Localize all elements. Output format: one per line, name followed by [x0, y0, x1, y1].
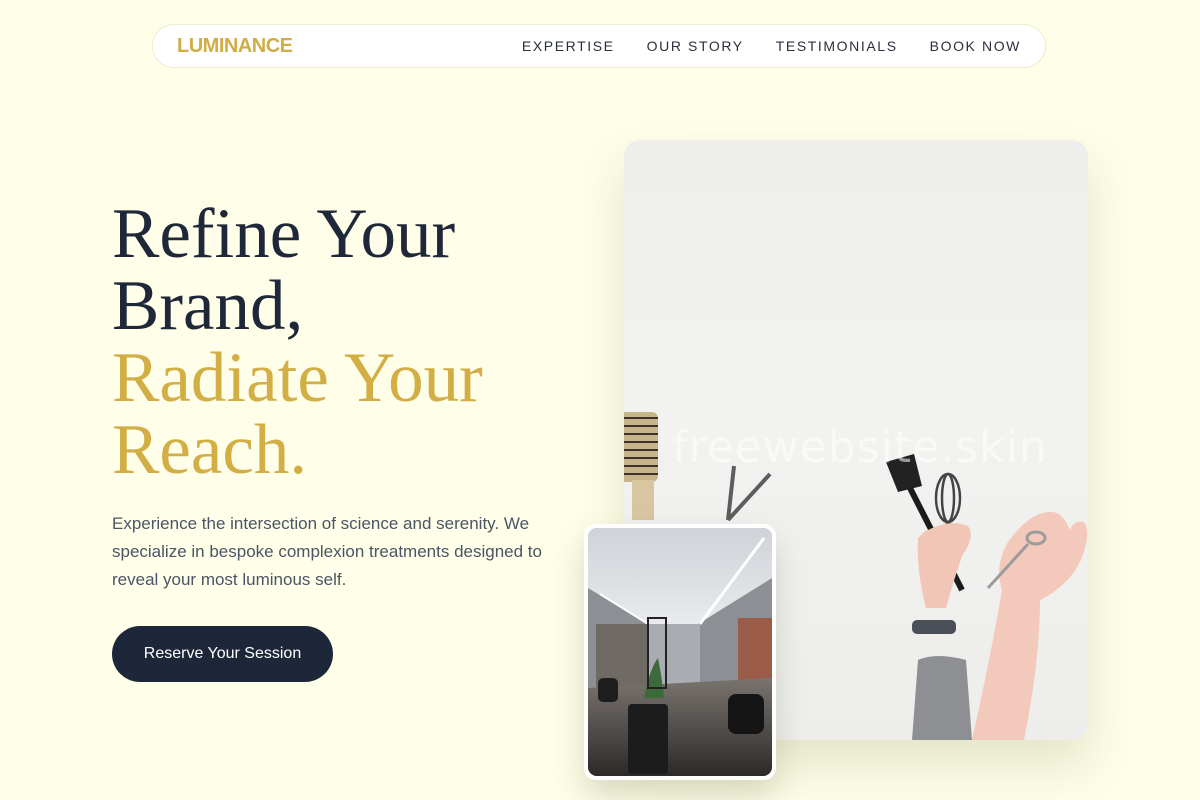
hero-description: Experience the intersection of science a… — [112, 514, 542, 589]
salon-interior-photo — [584, 524, 776, 780]
brush-icon — [624, 412, 658, 520]
nav-link-book-now[interactable]: BOOK NOW — [930, 38, 1021, 54]
page: LUMINANCE EXPERTISE OUR STORY TESTIMONIA… — [0, 0, 1200, 800]
nav-links: EXPERTISE OUR STORY TESTIMONIALS BOOK NO… — [522, 38, 1021, 54]
watermark-text: freewebsite.skin — [672, 422, 1048, 473]
nav-link-testimonials[interactable]: TESTIMONIALS — [776, 38, 898, 54]
salon-interior-illustration — [588, 528, 772, 776]
hero-title-line-2: Brand, — [112, 267, 304, 345]
hero-accent-line-2: Reach. — [112, 411, 308, 489]
logo[interactable]: LUMINANCE — [177, 35, 293, 58]
hero-title-line-1: Refine Your — [112, 195, 456, 273]
hero-title: Refine Your Brand, Radiate Your Reach. — [112, 198, 483, 486]
top-navbar: LUMINANCE EXPERTISE OUR STORY TESTIMONIA… — [152, 24, 1046, 68]
reserve-session-button[interactable]: Reserve Your Session — [112, 626, 333, 682]
nav-link-our-story[interactable]: OUR STORY — [647, 38, 744, 54]
nav-link-expertise[interactable]: EXPERTISE — [522, 38, 615, 54]
scissors-icon — [726, 465, 772, 522]
hero-accent-line-1: Radiate Your — [112, 339, 483, 417]
